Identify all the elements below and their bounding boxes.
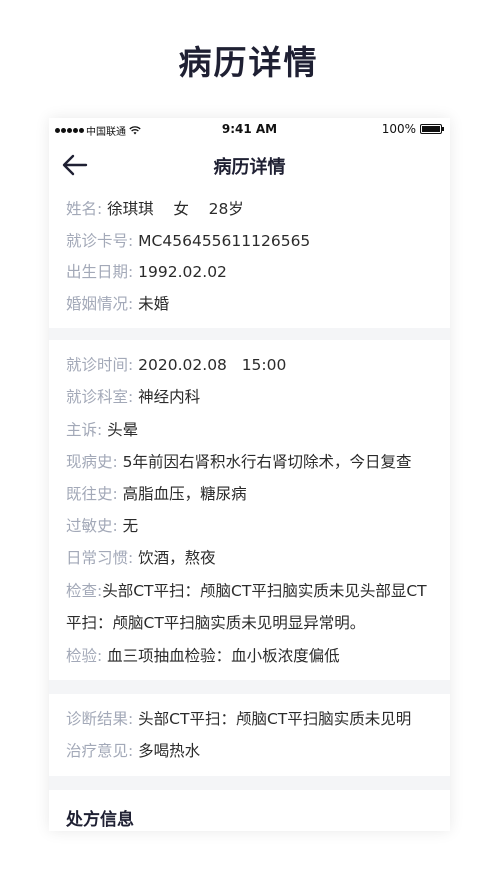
examination-row: 检查:头部CT平扫：颅脑CT平扫脑实质未见头部显CT平扫：颅脑CT平扫脑实质未见… [66,575,438,639]
habit-row: 日常习惯: 饮酒，熬夜 [66,547,446,569]
past-history-row: 既往史: 高脂血压，糖尿病 [66,483,446,505]
past-history-label: 既往史: [66,485,118,503]
diagnosis-result-row: 诊断结果: 头部CT平扫：颅脑CT平扫脑实质未见明 [66,708,446,730]
marital-status-row: 婚姻情况: 未婚 [66,293,446,315]
allergy-row: 过敏史: 无 [66,515,446,537]
patient-name-value: 徐琪琪 女 28岁 [107,200,244,218]
present-illness-value: 5年前因右肾积水行右肾切除术，今日复查 [122,453,412,471]
section-divider [49,776,450,790]
birth-date-row: 出生日期: 1992.02.02 [66,261,446,283]
treatment-advice-row: 治疗意见: 多喝热水 [66,740,446,762]
section-divider [49,680,450,694]
lab-test-label: 检验: [66,647,103,665]
patient-name-label: 姓名: [66,200,103,218]
lab-test-row: 检验: 血三项抽血检验：血小板浓度偏低 [66,645,446,667]
treatment-advice-value: 多喝热水 [138,742,201,760]
battery-icon [420,124,444,134]
marital-status-value: 未婚 [138,295,170,313]
habit-label: 日常习惯: [66,549,134,567]
diagnosis-result-value: 头部CT平扫：颅脑CT平扫脑实质未见明 [138,710,412,728]
department-value: 神经内科 [138,388,201,406]
present-illness-label: 现病史: [66,453,118,471]
lab-test-value: 血三项抽血检验：血小板浓度偏低 [107,647,340,665]
visit-info-section: 就诊时间: 2020.02.08 15:00 就诊科室: 神经内科 主诉: 头晕… [49,340,450,680]
treatment-advice-label: 治疗意见: [66,742,134,760]
battery-percent: 100% [381,122,416,136]
diagnosis-result-label: 诊断结果: [66,710,134,728]
nav-bar: 病历详情 [49,140,450,190]
banner-title: 病历详情 [178,43,319,82]
visit-time-row: 就诊时间: 2020.02.08 15:00 [66,354,446,376]
present-illness-row: 现病史: 5年前因右肾积水行右肾切除术，今日复查 [66,451,446,473]
past-history-value: 高脂血压，糖尿病 [122,485,247,503]
examination-value: 头部CT平扫：颅脑CT平扫脑实质未见头部显CT平扫：颅脑CT平扫脑实质未见明显异… [66,582,427,632]
birth-date-label: 出生日期: [66,263,134,281]
marital-status-label: 婚姻情况: [66,295,134,313]
card-number-row: 就诊卡号: MC456455611126565 [66,230,446,252]
section-divider [49,328,450,340]
prescription-section: 处方信息 [49,790,450,831]
patient-name-row: 姓名: 徐琪琪 女 28岁 [66,198,446,220]
visit-time-label: 就诊时间: [66,356,134,374]
status-right: 100% [381,122,444,136]
visit-time-value: 2020.02.08 15:00 [138,356,287,374]
examination-label: 检查: [66,582,103,600]
prescription-title: 处方信息 [66,810,134,830]
complaint-value: 头晕 [107,421,139,439]
patient-info-section: 姓名: 徐琪琪 女 28岁 就诊卡号: MC456455611126565 出生… [49,190,450,328]
phone-frame: 中国联通 9:41 AM 100% 病历详情 姓名: 徐琪琪 女 28岁 就诊卡… [49,118,450,831]
allergy-label: 过敏史: [66,517,118,535]
birth-date-value: 1992.02.02 [138,263,227,281]
habit-value: 饮酒，熬夜 [138,549,216,567]
page-title: 病历详情 [213,157,286,178]
card-number-value: MC456455611126565 [138,232,311,250]
department-row: 就诊科室: 神经内科 [66,386,446,408]
complaint-label: 主诉: [66,421,103,439]
diagnosis-section: 诊断结果: 头部CT平扫：颅脑CT平扫脑实质未见明 治疗意见: 多喝热水 [49,694,450,776]
department-label: 就诊科室: [66,388,134,406]
allergy-value: 无 [122,517,139,535]
status-bar: 中国联通 9:41 AM 100% [49,118,450,140]
card-number-label: 就诊卡号: [66,232,134,250]
complaint-row: 主诉: 头晕 [66,419,446,441]
